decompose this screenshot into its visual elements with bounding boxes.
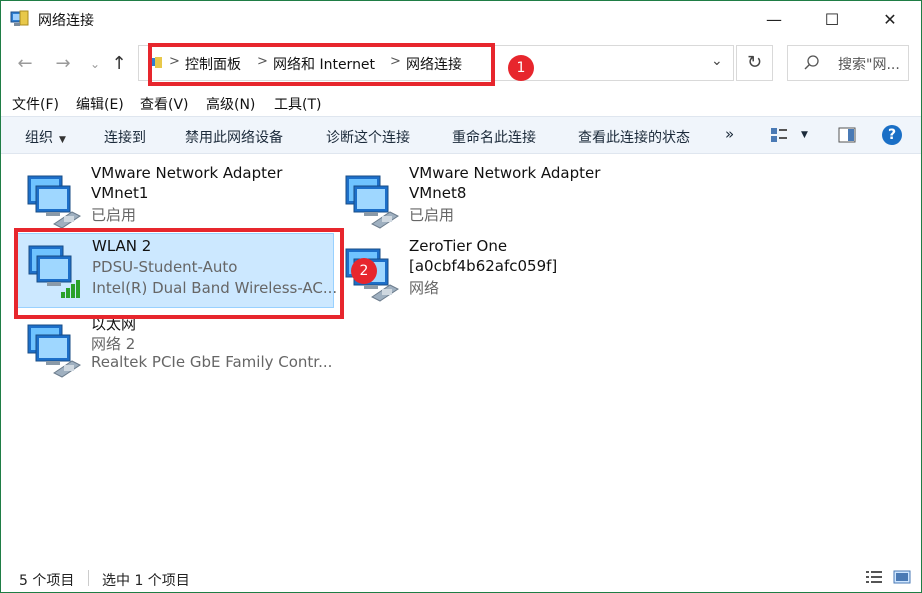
search-input[interactable]: 搜索"网... <box>787 45 909 81</box>
menu-tools[interactable]: 工具(T) <box>274 94 321 114</box>
wired-network-icon <box>345 175 399 229</box>
search-icon <box>804 55 819 70</box>
selection-count: 选中 1 个项目 <box>102 573 190 589</box>
connection-status: 网络 <box>409 279 440 297</box>
connection-name: ZeroTier One <box>409 237 508 255</box>
help-icon[interactable]: ? <box>882 125 902 145</box>
connections-list: VMware Network Adapter VMnet1 已启用 VMware… <box>1 154 921 559</box>
connection-name: VMware Network Adapter <box>91 164 283 182</box>
search-placeholder: 搜索"网... <box>838 57 900 73</box>
more-commands-button[interactable]: » <box>725 125 734 143</box>
status-divider <box>88 570 89 586</box>
annotation-badge-2: 2 <box>351 258 377 284</box>
menu-file[interactable]: 文件(F) <box>12 94 59 114</box>
maximize-button[interactable]: ☐ <box>809 1 855 38</box>
connection-network: 网络 2 <box>91 335 136 353</box>
annotation-box-breadcrumb <box>148 43 495 86</box>
connection-name: VMware Network Adapter <box>409 164 601 182</box>
address-dropdown-button[interactable]: ⌄ <box>711 53 723 69</box>
menu-bar: 文件(F) 编辑(E) 查看(V) 高级(N) 工具(T) <box>1 91 921 115</box>
details-view-icon[interactable] <box>865 570 883 584</box>
status-bar: 5 个项目 选中 1 个项目 <box>1 562 921 592</box>
up-button[interactable]: ↑ <box>107 52 131 76</box>
forward-button[interactable]: → <box>51 52 75 76</box>
minimize-button[interactable]: — <box>751 1 797 38</box>
rename-button[interactable]: 重命名此连接 <box>452 127 536 147</box>
connection-device: VMnet1 <box>91 184 149 202</box>
connection-status: 已启用 <box>409 206 455 224</box>
annotation-box-wlan <box>14 228 344 319</box>
explorer-window: 网络连接 — ☐ ✕ ← → ⌄ ↑ > 控制面板 > 网络和 Internet… <box>0 0 922 593</box>
command-toolbar: 组织 ▼ 连接到 禁用此网络设备 诊断这个连接 重命名此连接 查看此连接的状态 »… <box>1 116 921 154</box>
close-button[interactable]: ✕ <box>867 1 913 38</box>
connection-id: [a0cbf4b62afc059f] <box>409 257 558 275</box>
back-button[interactable]: ← <box>13 52 37 76</box>
refresh-button[interactable]: ↻ <box>736 45 773 81</box>
connection-status: 已启用 <box>91 206 137 224</box>
menu-edit[interactable]: 编辑(E) <box>76 94 124 114</box>
organize-button[interactable]: 组织 ▼ <box>25 127 66 147</box>
connect-to-button[interactable]: 连接到 <box>104 127 146 147</box>
connection-item-vmnet1[interactable]: VMware Network Adapter VMnet1 已启用 <box>16 164 334 236</box>
view-status-button[interactable]: 查看此连接的状态 <box>578 127 690 147</box>
connection-device: VMnet8 <box>409 184 467 202</box>
recent-locations-button[interactable]: ⌄ <box>83 52 107 76</box>
menu-view[interactable]: 查看(V) <box>140 94 189 114</box>
wired-network-icon <box>27 324 81 378</box>
network-folder-icon <box>10 10 29 26</box>
preview-pane-icon[interactable] <box>838 127 856 143</box>
annotation-badge-1: 1 <box>508 55 534 81</box>
change-view-icon[interactable] <box>770 127 788 143</box>
organize-label: 组织 <box>25 130 53 146</box>
connection-item-ethernet[interactable]: 以太网 网络 2 Realtek PCIe GbE Family Contr..… <box>16 313 334 385</box>
connection-item-zerotier[interactable]: ZeroTier One [a0cbf4b62afc059f] 网络 <box>334 237 652 309</box>
item-count: 5 个项目 <box>19 573 75 589</box>
chevron-down-icon: ▼ <box>59 135 66 145</box>
connection-item-vmnet8[interactable]: VMware Network Adapter VMnet8 已启用 <box>334 164 652 236</box>
view-options-caret[interactable]: ▼ <box>801 130 808 140</box>
title-bar: 网络连接 — ☐ ✕ <box>1 1 921 38</box>
wired-network-icon <box>27 175 81 229</box>
menu-advanced[interactable]: 高级(N) <box>206 94 255 114</box>
disable-device-button[interactable]: 禁用此网络设备 <box>185 127 283 147</box>
window-title: 网络连接 <box>38 13 94 29</box>
connection-adapter: Realtek PCIe GbE Family Contr... <box>91 353 333 371</box>
diagnose-button[interactable]: 诊断这个连接 <box>326 127 410 147</box>
large-icons-view-icon[interactable] <box>893 570 911 584</box>
